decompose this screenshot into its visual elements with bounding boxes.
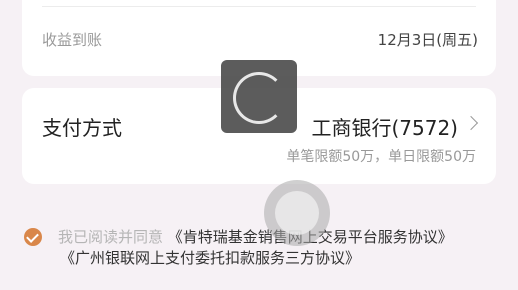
loading-overlay: [221, 60, 297, 133]
income-arrival-date: 12月3日(周五): [377, 31, 478, 49]
loading-spinner-icon: [233, 72, 285, 124]
payment-method-label: 支付方式: [42, 116, 122, 140]
chevron-right-icon[interactable]: [463, 115, 479, 131]
touch-indicator: [264, 180, 330, 246]
payment-bank-name[interactable]: 工商银行(7572): [311, 112, 458, 141]
payment-limit-text: 单笔限额50万，单日限额50万: [286, 149, 476, 165]
agreement-checkbox[interactable]: [24, 228, 42, 246]
agreement-prefix: 我已阅读并同意: [58, 228, 164, 246]
agreement-line-2: 《广州银联网上支付委托扣款服务三方协议》: [60, 247, 360, 268]
agreement-line-1: 我已阅读并同意 《肯特瑞基金销售网上交易平台服务协议》: [58, 226, 453, 247]
divider: [42, 6, 476, 7]
income-arrival-label: 收益到账: [42, 31, 103, 49]
agreement-link-unionpay[interactable]: 《广州银联网上支付委托扣款服务三方协议》: [60, 249, 360, 267]
